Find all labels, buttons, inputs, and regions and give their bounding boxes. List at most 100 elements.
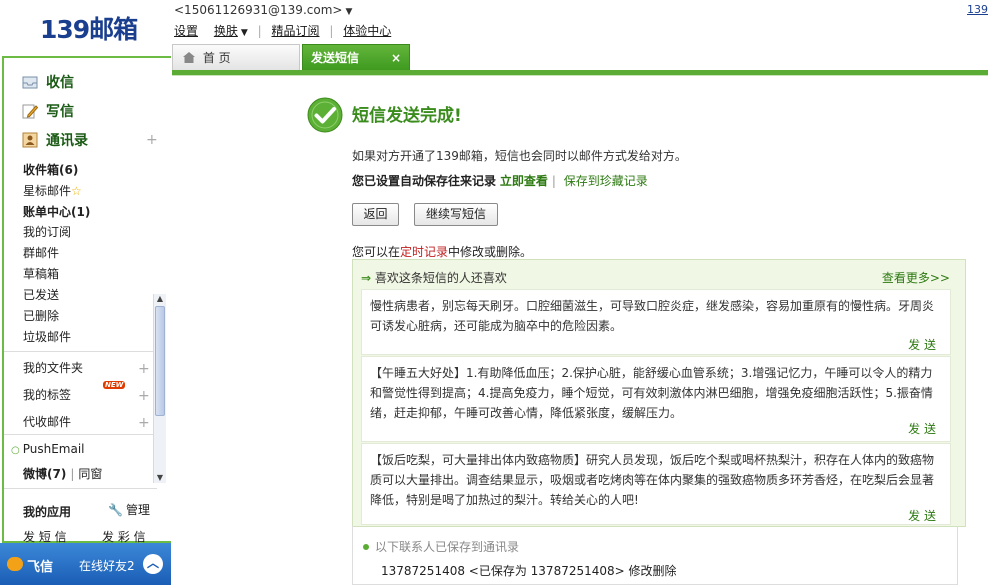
info-auto-save: 您已设置自动保存往来记录 立即查看 | 保存到珍藏记录 (352, 172, 648, 189)
home-icon (183, 52, 195, 63)
recommend-heading-text: 喜欢这条短信的人还喜欢 (374, 271, 507, 285)
arrow-right-icon: ⇒ (361, 271, 372, 285)
bullet-icon (363, 544, 369, 550)
group-my-tags[interactable]: 我的标签 NEW (23, 381, 126, 403)
divider (4, 434, 157, 435)
divider: | (329, 24, 334, 38)
group-my-folders[interactable]: 我的文件夹 (23, 359, 83, 376)
view-now-link[interactable]: 立即查看 (500, 174, 548, 188)
experience-link[interactable]: 体验中心 (343, 24, 391, 38)
divider (4, 351, 157, 352)
chevron-up-icon[interactable]: ︿ (143, 554, 163, 574)
saved-title-text: 以下联系人已保存到通讯录 (375, 540, 520, 554)
tab-send-sms[interactable]: 发送短信 × (302, 44, 410, 70)
tab-home[interactable]: 首 页 (172, 44, 300, 70)
message-text: 【午睡五大好处】1.有助降低血压；2.保护心脏，能舒缓心血管系统；3.增强记忆力… (370, 366, 933, 420)
add-contact-button[interactable]: + (146, 132, 158, 148)
page-title: 短信发送完成! (352, 106, 462, 126)
saved-contact-row[interactable]: 13787251408 <已保存为 13787251408> 修改删除 (381, 562, 677, 579)
inbox-icon (22, 76, 38, 89)
chevron-down-icon[interactable]: ▼ (345, 7, 352, 17)
send-button[interactable]: 发 送 (908, 507, 936, 524)
back-button[interactable]: 返回 (352, 203, 399, 226)
close-icon[interactable]: × (391, 45, 401, 71)
folder-spam[interactable]: 垃圾邮件 (23, 328, 71, 345)
wrench-icon: 🔧 (108, 503, 123, 517)
skin-link[interactable]: 换肤 (214, 24, 238, 38)
folder-bills[interactable]: 账单中心(1) (23, 203, 90, 220)
recommend-panel: ⇒ 喜欢这条短信的人还喜欢 查看更多>> 慢性病患者，别忘每天刷牙。口腔细菌滋生… (352, 259, 966, 527)
sidebar-item-contacts[interactable]: 通讯录 (22, 130, 88, 150)
account-email[interactable]: <15061126931@139.com> ▼ (174, 3, 352, 17)
save-favorite-link[interactable]: 保存到珍藏记录 (564, 174, 648, 188)
folder-label: 星标邮件 (23, 184, 72, 198)
see-more-link[interactable]: 查看更多>> (882, 269, 950, 286)
add-folder-button[interactable]: + (138, 361, 150, 377)
folder-inbox[interactable]: 收件箱(6) (23, 161, 78, 178)
pushemail-label: PushEmail (22, 442, 85, 456)
recommend-message: 慢性病患者，别忘每天刷牙。口腔细菌滋生，可导致口腔炎症，继发感染，容易加重原有的… (361, 289, 951, 355)
scroll-down-icon[interactable]: ▼ (154, 473, 166, 483)
folder-deleted[interactable]: 已删除 (23, 307, 59, 324)
manage-label: 管理 (125, 503, 150, 517)
chevron-down-icon[interactable]: ▼ (241, 28, 248, 38)
divider (4, 488, 157, 489)
online-friends: 在线好友2 (79, 559, 135, 573)
corner-link[interactable]: 139 (967, 3, 988, 16)
send-button[interactable]: 发 送 (908, 420, 936, 437)
feixin-name: 飞信 (27, 560, 54, 575)
folder-group-mail[interactable]: 群邮件 (23, 244, 59, 261)
circle-icon: ○ (11, 445, 20, 456)
sidebar: 收信 写信 通讯录 + 收件箱(6) 星标邮件☆ 账单中心(1) 我的订阅 群邮… (2, 56, 171, 544)
sidebar-scrollbar[interactable]: ▲ ▼ (153, 294, 166, 483)
scheduled-record-link[interactable]: 定时记录 (400, 245, 448, 259)
divider: | (551, 174, 556, 188)
top-links: 设置 换肤 ▼ | 精品订阅 | 体验中心 (174, 22, 391, 39)
recommend-message: 【饭后吃梨，可大量排出体内致癌物质】研究人员发现，饭后吃个梨或喝杯热梨汁，积存在… (361, 443, 951, 525)
scrollbar-thumb[interactable] (155, 306, 165, 416)
sidebar-item-label: 通讯录 (46, 133, 88, 149)
scroll-up-icon[interactable]: ▲ (154, 294, 166, 304)
settings-link[interactable]: 设置 (174, 24, 198, 38)
add-tag-button[interactable]: + (138, 388, 150, 404)
account-email-text: <15061126931@139.com> (174, 3, 343, 17)
saved-contacts-box: 以下联系人已保存到通讯录 13787251408 <已保存为 137872514… (352, 526, 958, 585)
send-button[interactable]: 发 送 (908, 336, 936, 353)
sidebar-item-inbox[interactable]: 收信 (22, 72, 74, 92)
divider (172, 75, 988, 76)
info-mail-copy: 如果对方开通了139邮箱，短信也会同时以邮件方式发给对方。 (352, 149, 687, 163)
feixin-bar[interactable]: 飞信 在线好友2 ︿ (0, 543, 171, 585)
my-apps-heading: 我的应用 (23, 505, 72, 519)
logo-139mail[interactable]: 139邮箱 (40, 10, 138, 46)
divider: | (70, 467, 75, 481)
group-proxy-mail[interactable]: 代收邮件 (23, 413, 71, 430)
info-scheduled: 您可以在定时记录中修改或删除。 (352, 243, 532, 260)
contacts-icon (22, 132, 38, 148)
weibo-item[interactable]: 微博(7) | 同窗 (23, 465, 102, 482)
folder-drafts[interactable]: 草稿箱 (23, 265, 59, 282)
continue-sms-button[interactable]: 继续写短信 (414, 203, 498, 226)
tab-send-sms-label: 发送短信 (311, 51, 360, 65)
weibo-label: 微博(7) (23, 467, 67, 481)
message-text: 慢性病患者，别忘每天刷牙。口腔细菌滋生，可导致口腔炎症，继发感染，容易加重原有的… (370, 299, 935, 333)
folder-sent[interactable]: 已发送 (23, 286, 59, 303)
sidebar-item-compose[interactable]: 写信 (22, 101, 74, 121)
divider: | (257, 24, 262, 38)
auto-save-text: 您已设置自动保存往来记录 (352, 174, 497, 188)
pushemail-item[interactable]: ○ PushEmail (11, 442, 85, 456)
manage-apps-link[interactable]: 🔧 管理 (108, 501, 150, 518)
info3-text: 中修改或删除。 (448, 245, 533, 259)
subscribe-link[interactable]: 精品订阅 (271, 24, 319, 38)
add-proxy-mail-button[interactable]: + (138, 415, 150, 431)
saved-contacts-title: 以下联系人已保存到通讯录 (363, 538, 519, 555)
info3-text: 您可以在 (352, 245, 401, 259)
recommend-heading: ⇒ 喜欢这条短信的人还喜欢 (361, 269, 507, 286)
folder-subscriptions[interactable]: 我的订阅 (23, 223, 71, 240)
tab-home-label: 首 页 (202, 51, 231, 65)
pencil-icon (22, 104, 38, 119)
sidebar-item-label: 收信 (46, 75, 74, 91)
folder-starred[interactable]: 星标邮件☆ (23, 182, 82, 199)
message-text: 【饭后吃梨，可大量排出体内致癌物质】研究人员发现，饭后吃个梨或喝杯热梨汁，积存在… (370, 453, 935, 507)
tongchuang-link[interactable]: 同窗 (78, 467, 102, 481)
success-check-icon (307, 97, 343, 133)
